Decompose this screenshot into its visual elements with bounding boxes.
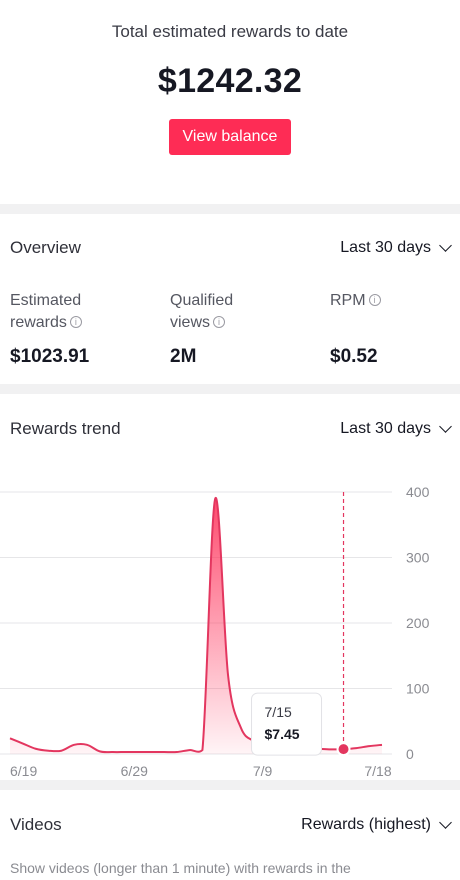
- total-rewards-amount: $1242.32: [157, 62, 303, 100]
- chevron-down-icon: [439, 239, 452, 252]
- highlight-point: [336, 742, 351, 757]
- chart-tooltip: [251, 692, 323, 756]
- metric-value: $1023.91: [10, 346, 90, 367]
- info-icon[interactable]: i: [213, 316, 226, 328]
- info-icon[interactable]: i: [368, 294, 381, 306]
- trend-header: Rewards trend Last 30 days: [0, 394, 460, 464]
- overview-metrics: Estimated rewards i $1023.91 Qualified vi…: [0, 282, 460, 368]
- trend-title: Rewards trend: [10, 419, 121, 438]
- view-balance-button[interactable]: View balance: [168, 119, 292, 155]
- chart-line: [9, 497, 383, 754]
- x-tick-label: 6/19: [10, 763, 37, 779]
- overview-range-dropdown[interactable]: Last 30 days: [340, 239, 452, 257]
- y-tick-label: 400: [406, 484, 430, 500]
- rewards-trend-panel: Rewards trend Last 30 days 0 100 200 300 400…: [0, 394, 460, 780]
- overview-header: Overview Last 30 days: [0, 214, 460, 282]
- videos-header: Videos Rewards (highest): [0, 790, 460, 860]
- metric-label: views: [170, 314, 211, 331]
- trend-range-dropdown[interactable]: Last 30 days: [340, 420, 452, 438]
- rewards-summary: Total estimated rewards to date $1242.32…: [0, 0, 460, 204]
- section-divider: [0, 780, 460, 790]
- metric-qualified-views: Qualified views i 2M: [170, 290, 330, 368]
- info-icon[interactable]: i: [69, 316, 82, 328]
- metric-estimated-rewards: Estimated rewards i $1023.91: [10, 290, 170, 368]
- rewards-trend-chart[interactable]: 0 100 200 300 400 6/19 6/29 7/9 7/18 7/15 $7.45: [0, 464, 460, 780]
- x-tick-label: 7/9: [253, 763, 273, 779]
- overview-title: Overview: [10, 238, 81, 257]
- overview-panel: Overview Last 30 days Estimated rewards i…: [0, 214, 460, 384]
- chevron-down-icon: [439, 816, 452, 829]
- videos-panel: Videos Rewards (highest) Show videos (lo…: [0, 790, 460, 876]
- metric-value: $0.52: [330, 346, 378, 367]
- metric-label: Estimated: [10, 292, 82, 309]
- tooltip-value: $7.45: [265, 726, 300, 742]
- videos-description: Show videos (longer than 1 minute) with …: [10, 860, 351, 876]
- metric-label: Qualified: [170, 292, 234, 309]
- metric-value: 2M: [170, 346, 197, 367]
- section-divider: [0, 204, 460, 214]
- x-tick-label: 7/18: [364, 763, 391, 779]
- videos-sort-label: Rewards (highest): [301, 816, 431, 833]
- y-tick-label: 300: [406, 550, 430, 566]
- chevron-down-icon: [439, 420, 452, 433]
- videos-sort-dropdown[interactable]: Rewards (highest): [301, 816, 452, 834]
- y-tick-label: 200: [406, 615, 430, 631]
- videos-title: Videos: [10, 815, 62, 834]
- overview-range-label: Last 30 days: [340, 239, 431, 256]
- y-tick-label: 0: [406, 746, 414, 762]
- trend-range-label: Last 30 days: [340, 420, 431, 437]
- tooltip-date: 7/15: [265, 704, 292, 720]
- y-tick-label: 100: [406, 681, 430, 697]
- section-divider: [0, 384, 460, 394]
- chart-area: [10, 497, 382, 754]
- summary-caption: Total estimated rewards to date: [111, 22, 349, 41]
- metric-label: rewards: [10, 314, 67, 331]
- x-tick-label: 6/29: [121, 763, 148, 779]
- metric-label: RPM: [330, 292, 366, 309]
- metric-rpm: RPM i $0.52: [330, 290, 440, 368]
